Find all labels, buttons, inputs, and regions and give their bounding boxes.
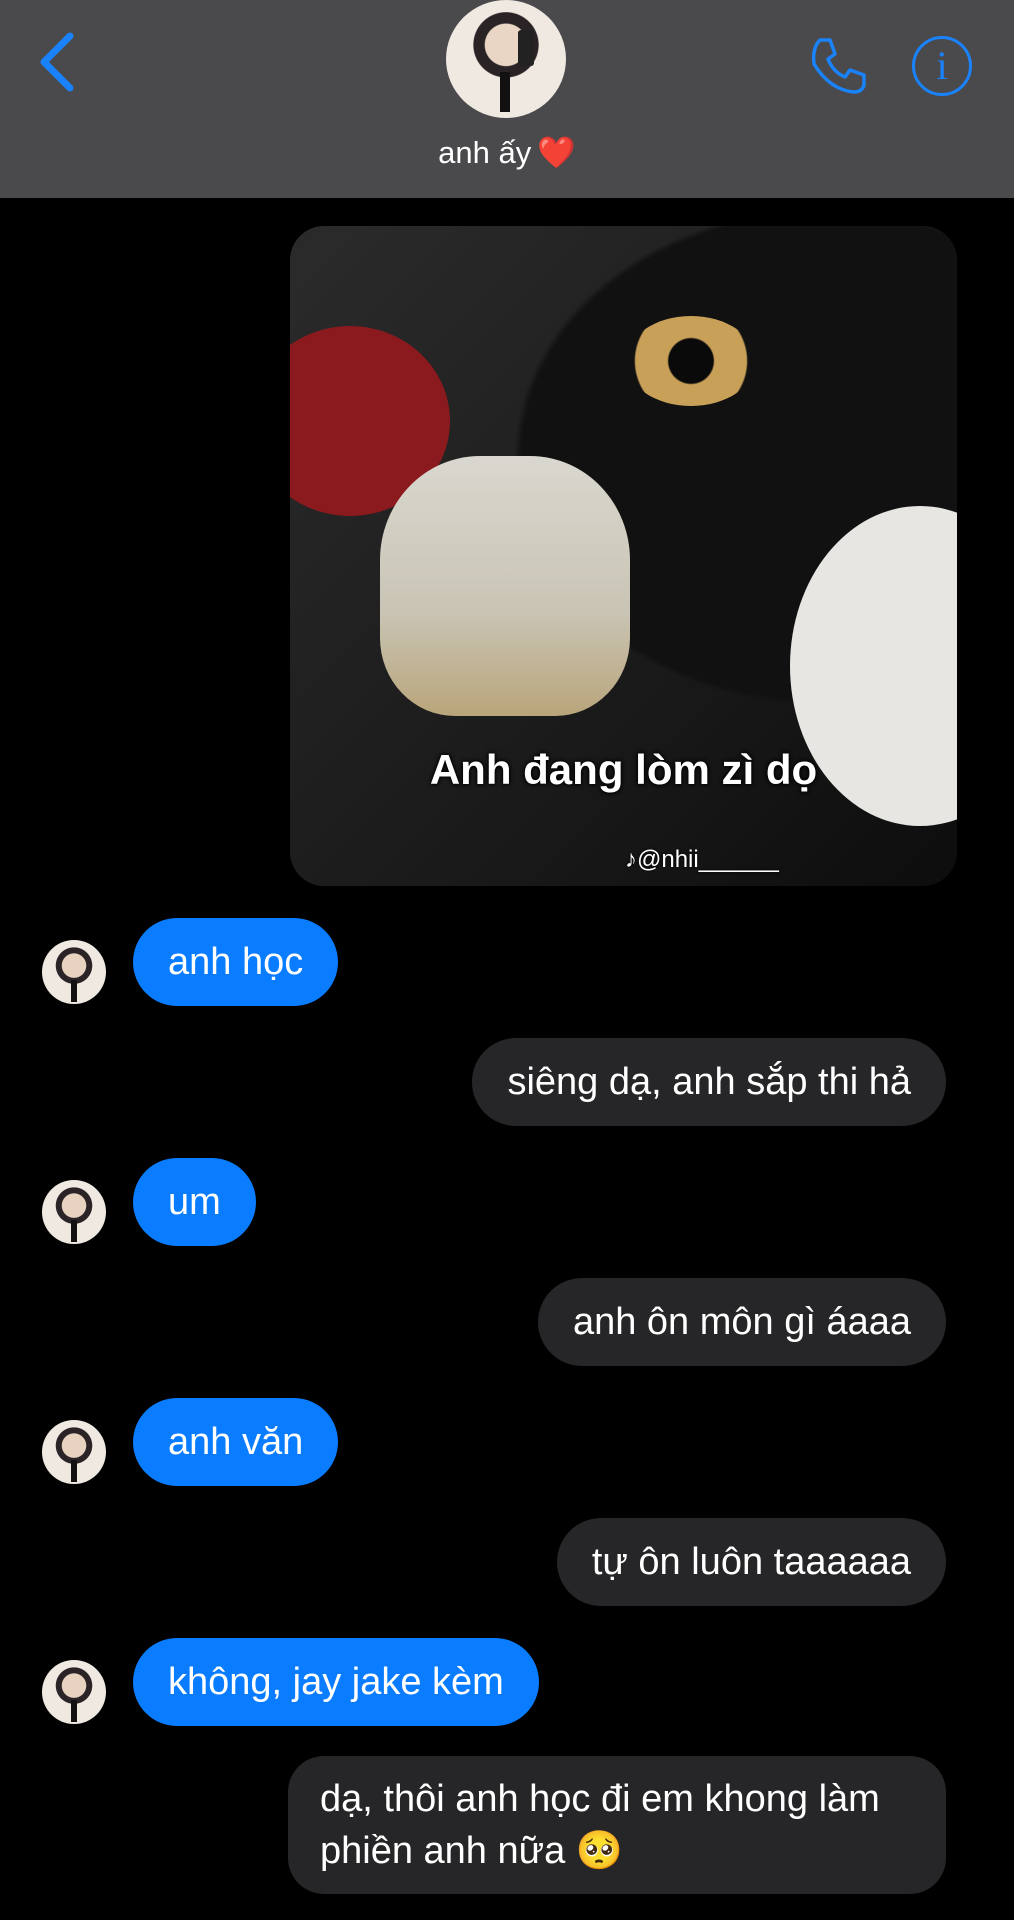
contact-name-label: anh ấy [438, 135, 532, 170]
image-message[interactable]: Anh đang lòm zì dọ ♪@nhii______ [290, 226, 957, 886]
sender-avatar[interactable] [42, 1420, 106, 1484]
chat-header: anh ấy ❤️ i [0, 0, 1014, 198]
heart-emoji: ❤️ [537, 135, 576, 170]
incoming-message-bubble[interactable]: um [133, 1158, 256, 1246]
sender-avatar[interactable] [42, 1180, 106, 1244]
sender-avatar[interactable] [42, 940, 106, 1004]
info-button[interactable]: i [912, 36, 972, 96]
outgoing-message-bubble[interactable]: anh ôn môn gì áaaa [537, 1278, 946, 1366]
image-caption: Anh đang lòm zì dọ [429, 746, 818, 793]
avatar-tie-detail [71, 1220, 77, 1242]
avatar-tie-detail [71, 980, 77, 1002]
image-watermark: ♪@nhii______ [625, 846, 779, 873]
incoming-message-bubble[interactable]: anh học [133, 918, 339, 1006]
avatar-phone-detail [518, 30, 534, 66]
back-button[interactable] [36, 30, 80, 94]
info-icon: i [936, 43, 948, 88]
sender-avatar[interactable] [42, 1660, 106, 1724]
phone-icon [811, 38, 866, 94]
chevron-left-icon [40, 32, 74, 92]
contact-name[interactable]: anh ấy ❤️ [0, 134, 1014, 171]
incoming-message-bubble[interactable]: không, jay jake kèm [133, 1638, 539, 1726]
image-cup [380, 456, 630, 716]
outgoing-message-bubble[interactable]: tự ôn luôn taaaaaa [556, 1518, 946, 1606]
image-cat-eye [626, 316, 756, 406]
avatar-tie-detail [71, 1700, 77, 1722]
outgoing-message-bubble[interactable]: dạ, thôi anh học đi em khong làm phiền a… [288, 1756, 946, 1894]
call-button[interactable] [806, 34, 870, 98]
avatar-tie-detail [500, 72, 510, 112]
avatar-tie-detail [71, 1460, 77, 1482]
contact-avatar[interactable] [446, 0, 566, 118]
outgoing-message-bubble[interactable]: siêng dạ, anh sắp thi hả [472, 1038, 946, 1126]
incoming-message-bubble[interactable]: anh văn [133, 1398, 339, 1486]
